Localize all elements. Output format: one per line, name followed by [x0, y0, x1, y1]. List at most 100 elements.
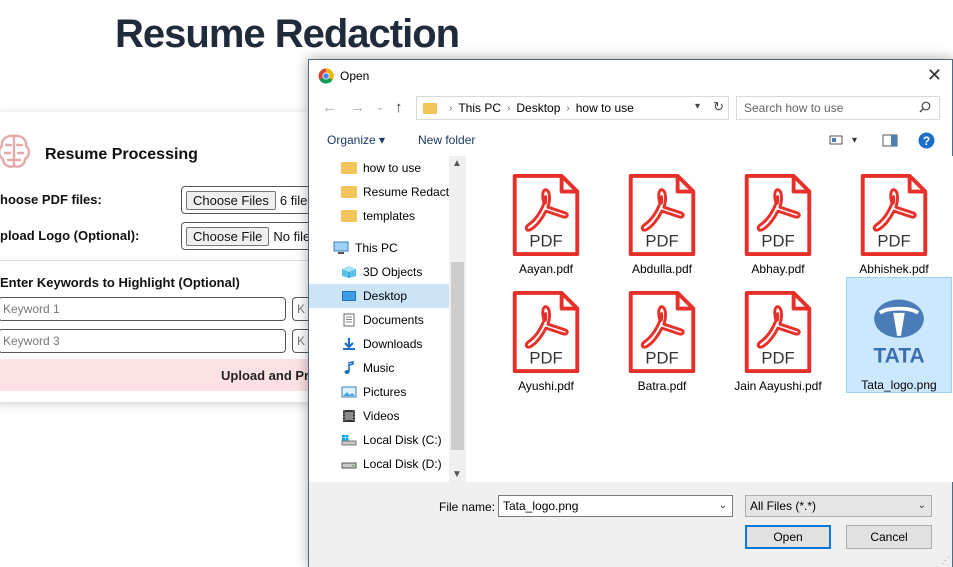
- file-item[interactable]: PDF Abhay.pdf: [725, 160, 831, 276]
- view-options-icon[interactable]: [829, 134, 843, 146]
- dialog-footer: File name: Tata_logo.png ⌄ All Files (*.…: [309, 482, 952, 567]
- download-icon: [343, 338, 355, 350]
- breadcrumb-desktop[interactable]: Desktop: [516, 101, 560, 115]
- file-item[interactable]: PDF Abdulla.pdf: [609, 160, 715, 276]
- choose-file-button[interactable]: Choose File: [186, 226, 270, 246]
- nav-item-local-disk-d[interactable]: Local Disk (D:): [309, 452, 449, 476]
- nav-item-this-pc[interactable]: This PC: [309, 236, 449, 260]
- forward-arrow-icon[interactable]: →: [350, 99, 365, 116]
- pdf-badge: PDF: [877, 231, 910, 250]
- refresh-icon[interactable]: ↻: [713, 99, 724, 115]
- pdf-files-input[interactable]: Choose Files 6 files: [181, 186, 316, 214]
- chrome-icon: [318, 68, 334, 84]
- nav-item-documents[interactable]: Documents: [309, 308, 449, 332]
- desktop-icon: [342, 291, 356, 301]
- keyword-3-input[interactable]: Keyword 3: [0, 329, 286, 353]
- folder-icon: [341, 210, 357, 222]
- logo-file-status: No file: [273, 228, 311, 244]
- scroll-down-icon[interactable]: ▼: [452, 469, 462, 480]
- chevron-down-icon[interactable]: ▾: [695, 101, 700, 112]
- drive-icon: [341, 462, 357, 469]
- folder-icon: [423, 102, 437, 114]
- brain-icon: [0, 134, 31, 168]
- nav-item-label: Music: [363, 361, 395, 375]
- nav-item-templates[interactable]: templates: [309, 204, 449, 228]
- open-button[interactable]: Open: [745, 525, 831, 549]
- nav-item-desktop[interactable]: Desktop: [309, 284, 449, 308]
- file-item-label: Jain Aayushi.pdf: [734, 379, 822, 393]
- svg-text:?: ?: [923, 134, 930, 148]
- file-item[interactable]: PDF Aayan.pdf: [493, 160, 599, 276]
- up-arrow-icon[interactable]: ↑: [395, 99, 403, 116]
- breadcrumb-this-pc[interactable]: This PC: [458, 101, 501, 115]
- section-heading: Resume Processing: [45, 146, 198, 163]
- file-name-input[interactable]: Tata_logo.png ⌄: [498, 495, 733, 517]
- new-folder-button[interactable]: New folder: [418, 133, 475, 147]
- music-icon: [344, 361, 354, 374]
- nav-scrollbar[interactable]: ▲ ▼: [449, 156, 466, 482]
- file-item[interactable]: PDF Abhishek.pdf: [841, 160, 947, 276]
- pdf-badge: PDF: [645, 231, 678, 250]
- breadcrumb-separator-icon: ›: [507, 102, 511, 114]
- file-name-value: Tata_logo.png: [503, 499, 579, 513]
- nav-item-resume-redaction[interactable]: Resume Redactc: [309, 180, 455, 204]
- scroll-up-icon[interactable]: ▲: [452, 158, 462, 169]
- cancel-button[interactable]: Cancel: [846, 525, 932, 549]
- choose-files-button[interactable]: Choose Files: [186, 190, 276, 210]
- recent-chevron-icon[interactable]: ⌄: [376, 102, 384, 113]
- pdf-file-icon: PDF: [860, 173, 928, 257]
- nav-item-pictures[interactable]: Pictures: [309, 380, 449, 404]
- nav-item-label: Documents: [363, 313, 424, 327]
- file-item[interactable]: PDF Jain Aayushi.pdf: [725, 277, 831, 393]
- close-icon[interactable]: ✕: [927, 66, 942, 84]
- file-item-label: Abdulla.pdf: [631, 262, 693, 276]
- folder-icon: [341, 162, 357, 174]
- pdf-file-icon: PDF: [628, 173, 696, 257]
- file-item-label: Abhay.pdf: [751, 262, 805, 276]
- dialog-toolbar: Organize ▾ New folder ▾ ?: [309, 125, 952, 155]
- file-type-value: All Files (*.*): [750, 499, 817, 513]
- file-type-select[interactable]: All Files (*.*) ⌄: [745, 495, 932, 517]
- keyword-1-input[interactable]: Keyword 1: [0, 297, 286, 321]
- video-icon: [343, 410, 355, 422]
- nav-item-label: Local Disk (C:): [363, 433, 442, 447]
- navigation-pane: how to use Resume Redactc templates This…: [309, 156, 466, 482]
- help-icon[interactable]: ?: [918, 132, 935, 149]
- upload-process-button[interactable]: Upload and Pr: [0, 359, 322, 391]
- scroll-thumb[interactable]: [451, 262, 464, 450]
- tata-logo-icon: TATA: [873, 299, 925, 368]
- back-arrow-icon[interactable]: ←: [322, 99, 337, 116]
- logo-file-input[interactable]: Choose File No file: [181, 222, 316, 250]
- file-item-label: Abhishek.pdf: [859, 262, 929, 276]
- preview-pane-icon[interactable]: [882, 134, 898, 147]
- nav-item-music[interactable]: Music: [309, 356, 449, 380]
- nav-item-downloads[interactable]: Downloads: [309, 332, 449, 356]
- pdf-file-icon: PDF: [512, 173, 580, 257]
- file-name-label: File name:: [439, 500, 496, 514]
- dialog-title: Open: [340, 68, 370, 83]
- resize-grip-icon[interactable]: ⋰: [941, 555, 950, 566]
- pdf-badge: PDF: [529, 231, 562, 250]
- nav-item-3d-objects[interactable]: 3D Objects: [309, 260, 449, 284]
- file-item[interactable]: TATA Tata_logo.png: [846, 277, 952, 393]
- search-input[interactable]: Search how to use: [736, 96, 940, 120]
- view-dropdown-icon[interactable]: ▾: [852, 135, 857, 146]
- file-item[interactable]: PDF Ayushi.pdf: [493, 277, 599, 393]
- organize-button[interactable]: Organize ▾: [327, 133, 385, 147]
- breadcrumb-how-to-use[interactable]: how to use: [576, 101, 634, 115]
- chevron-down-icon[interactable]: ⌄: [719, 500, 727, 511]
- nav-item-label: Downloads: [363, 337, 423, 351]
- nav-item-videos[interactable]: Videos: [309, 404, 449, 428]
- cube-icon: [342, 266, 356, 278]
- picture-icon: [341, 386, 357, 398]
- nav-item-label: how to use: [363, 161, 422, 175]
- nav-item-label: Pictures: [363, 385, 407, 399]
- file-item[interactable]: PDF Batra.pdf: [609, 277, 715, 393]
- address-bar[interactable]: › This PC › Desktop › how to use ▾ ↻: [416, 96, 729, 120]
- nav-item-local-disk-c[interactable]: Local Disk (C:): [309, 428, 449, 452]
- dialog-titlebar: Open ✕: [309, 60, 952, 91]
- chevron-down-icon[interactable]: ⌄: [918, 500, 926, 511]
- file-item-label: Aayan.pdf: [518, 262, 574, 276]
- file-item-label: Batra.pdf: [637, 379, 687, 393]
- nav-item-how-to-use[interactable]: how to use: [309, 156, 449, 180]
